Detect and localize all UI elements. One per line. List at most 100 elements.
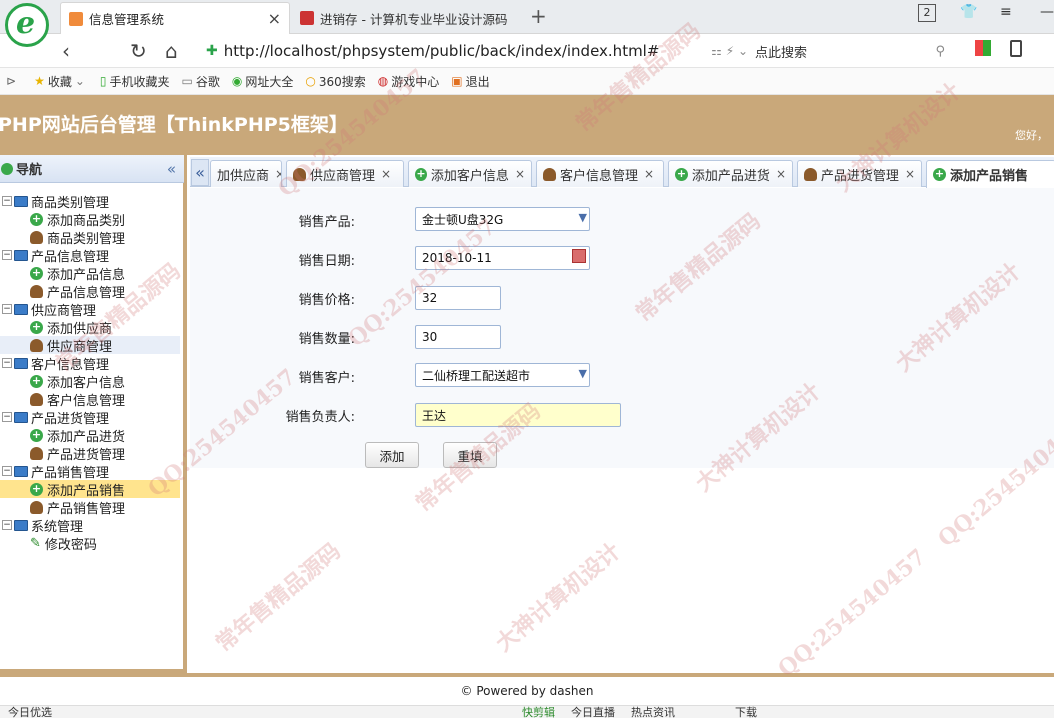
nav-group[interactable]: − 客户信息管理 bbox=[0, 354, 180, 373]
close-icon[interactable]: × bbox=[905, 167, 915, 181]
collapse-nav-icon[interactable]: « bbox=[167, 160, 176, 178]
close-icon[interactable]: × bbox=[515, 167, 525, 181]
manager-field[interactable]: 王达 bbox=[415, 403, 621, 427]
collapse-icon[interactable]: − bbox=[2, 358, 12, 368]
nav-item-label: 供应商管理 bbox=[47, 339, 113, 355]
tab-count-badge[interactable]: 2 bbox=[918, 4, 936, 22]
tab-scroll-left-icon[interactable]: « bbox=[191, 159, 209, 186]
collapse-icon[interactable]: − bbox=[2, 466, 12, 476]
add-button[interactable]: 添加 bbox=[365, 442, 419, 468]
page-tab[interactable]: + 添加产品进货 × bbox=[668, 160, 793, 187]
nav-group[interactable]: − 产品销售管理 bbox=[0, 462, 180, 481]
close-icon[interactable]: × bbox=[381, 167, 391, 181]
chevron-down-icon[interactable]: ▼ bbox=[579, 211, 587, 224]
price-field[interactable]: 32 bbox=[415, 286, 501, 310]
status-item[interactable]: 热点资讯 bbox=[631, 706, 675, 718]
nav-group[interactable]: − 商品类别管理 bbox=[0, 192, 180, 211]
qty-label: 销售数量: bbox=[298, 332, 355, 347]
bookmark-games[interactable]: ◍ 游戏中心 bbox=[378, 73, 440, 90]
bookmark-google[interactable]: ▭ 谷歌 bbox=[182, 73, 220, 90]
folder-monitor-icon bbox=[14, 249, 28, 261]
browser-tab-active[interactable]: 信息管理系统 × bbox=[60, 2, 290, 34]
bookmark-360[interactable]: ○ 360搜索 bbox=[305, 73, 365, 90]
page-tab-label: 添加产品进货 bbox=[691, 168, 770, 184]
page-tab[interactable]: 客户信息管理 × bbox=[536, 160, 664, 187]
customer-select[interactable]: 二仙桥理工配送超市 ▼ bbox=[415, 363, 590, 387]
nav-item[interactable]: + 添加客户信息 bbox=[0, 372, 180, 391]
bookmark-sites[interactable]: ◉ 网址大全 bbox=[232, 73, 294, 90]
nav-item[interactable]: + 添加产品进货 bbox=[0, 426, 180, 445]
apps-icon[interactable] bbox=[975, 40, 991, 56]
product-label: 销售产品: bbox=[298, 215, 355, 230]
bookmark-favorites[interactable]: ★ 收藏 ⌄ bbox=[34, 73, 88, 90]
user-icon bbox=[30, 338, 43, 352]
url-field[interactable]: ✚ http://localhost/phpsystem/public/back… bbox=[206, 39, 748, 63]
date-label: 销售日期: bbox=[298, 254, 355, 269]
nav-item[interactable]: 商品类别管理 bbox=[0, 228, 180, 247]
close-icon[interactable]: × bbox=[776, 167, 786, 181]
nav-item[interactable]: ✎ 修改密码 bbox=[0, 534, 180, 553]
game-icon: ◍ bbox=[377, 74, 389, 88]
nav-group[interactable]: − 系统管理 bbox=[0, 516, 180, 535]
bookmark-mobile[interactable]: ▯ 手机收藏夹 bbox=[100, 73, 170, 90]
reload-icon[interactable]: ↻ bbox=[130, 39, 147, 63]
nav-item-label: 添加产品销售 bbox=[47, 483, 126, 499]
date-value: 2018-10-11 bbox=[422, 251, 492, 265]
page-tab[interactable]: 加供应商 × bbox=[210, 160, 282, 187]
chevron-down-icon[interactable]: ▼ bbox=[579, 367, 587, 380]
page-tab[interactable]: + 添加客户信息 × bbox=[408, 160, 532, 187]
sidebar-toggle-icon[interactable]: ⊳ bbox=[6, 74, 16, 88]
close-icon[interactable]: × bbox=[644, 167, 654, 181]
page-tab[interactable]: + 添加产品销售 bbox=[926, 160, 1054, 188]
nav-group[interactable]: − 产品信息管理 bbox=[0, 246, 180, 265]
page-tab-label: 加供应商 bbox=[217, 168, 270, 184]
minimize-icon[interactable]: — bbox=[1040, 4, 1054, 20]
quantity-field[interactable]: 30 bbox=[415, 325, 501, 349]
browser-tab[interactable]: 进销存 - 计算机专业毕业设计源码 bbox=[292, 2, 522, 34]
date-field[interactable]: 2018-10-11 bbox=[415, 246, 590, 270]
pencil-icon: ✎ bbox=[30, 535, 41, 551]
status-item[interactable]: 下载 bbox=[735, 706, 757, 718]
close-icon[interactable]: × bbox=[275, 167, 281, 181]
search-input[interactable]: 点此搜索 ⚲ bbox=[755, 39, 945, 63]
nav-item[interactable]: 产品销售管理 bbox=[0, 498, 180, 517]
collapse-icon[interactable]: − bbox=[2, 412, 12, 422]
nav-group[interactable]: − 产品进货管理 bbox=[0, 408, 180, 427]
menu-icon[interactable]: ≡ bbox=[1000, 4, 1012, 20]
nav-item[interactable]: 产品信息管理 bbox=[0, 282, 180, 301]
collapse-icon[interactable]: − bbox=[2, 304, 12, 314]
nav-group[interactable]: − 供应商管理 bbox=[0, 300, 180, 319]
bookmark-exit[interactable]: ▣ 退出 bbox=[451, 73, 489, 90]
user-icon bbox=[30, 392, 43, 406]
nav-item[interactable]: + 添加供应商 bbox=[0, 318, 180, 337]
nav-item[interactable]: 供应商管理 bbox=[0, 336, 180, 355]
nav-group-label: 供应商管理 bbox=[31, 303, 97, 319]
back-icon[interactable]: ‹ bbox=[62, 39, 70, 63]
collapse-icon[interactable]: − bbox=[2, 196, 12, 206]
search-icon[interactable]: ⚲ bbox=[935, 44, 945, 59]
status-item[interactable]: 今日优选 bbox=[8, 706, 52, 718]
product-select[interactable]: 金士顿U盘32G ▼ bbox=[415, 207, 590, 231]
calendar-icon[interactable] bbox=[572, 249, 586, 263]
page-tab[interactable]: 产品进货管理 × bbox=[797, 160, 922, 187]
close-tab-icon[interactable]: × bbox=[268, 9, 281, 28]
nav-item[interactable]: + 添加产品销售 bbox=[0, 480, 180, 499]
reset-button[interactable]: 重填 bbox=[443, 442, 497, 468]
add-icon: + bbox=[30, 481, 43, 496]
phone-icon[interactable] bbox=[1010, 40, 1022, 57]
home-icon[interactable]: ⌂ bbox=[165, 39, 178, 63]
new-tab-button[interactable]: + bbox=[530, 4, 547, 28]
nav-item[interactable]: + 添加商品类别 bbox=[0, 210, 180, 229]
status-item[interactable]: 快剪辑 bbox=[522, 706, 555, 718]
url-text: http://localhost/phpsystem/public/back/i… bbox=[223, 42, 660, 60]
customer-value: 二仙桥理工配送超市 bbox=[422, 368, 531, 383]
nav-item[interactable]: 客户信息管理 bbox=[0, 390, 180, 409]
page-tab[interactable]: 供应商管理 × bbox=[286, 160, 404, 187]
status-item[interactable]: 今日直播 bbox=[571, 706, 615, 718]
collapse-icon[interactable]: − bbox=[2, 250, 12, 260]
qr-icon[interactable]: ⚏ ⚡ ⌄ bbox=[711, 44, 748, 58]
collapse-icon[interactable]: − bbox=[2, 520, 12, 530]
shirt-icon[interactable]: 👕 bbox=[960, 4, 977, 20]
nav-item[interactable]: + 添加产品信息 bbox=[0, 264, 180, 283]
nav-item[interactable]: 产品进货管理 bbox=[0, 444, 180, 463]
